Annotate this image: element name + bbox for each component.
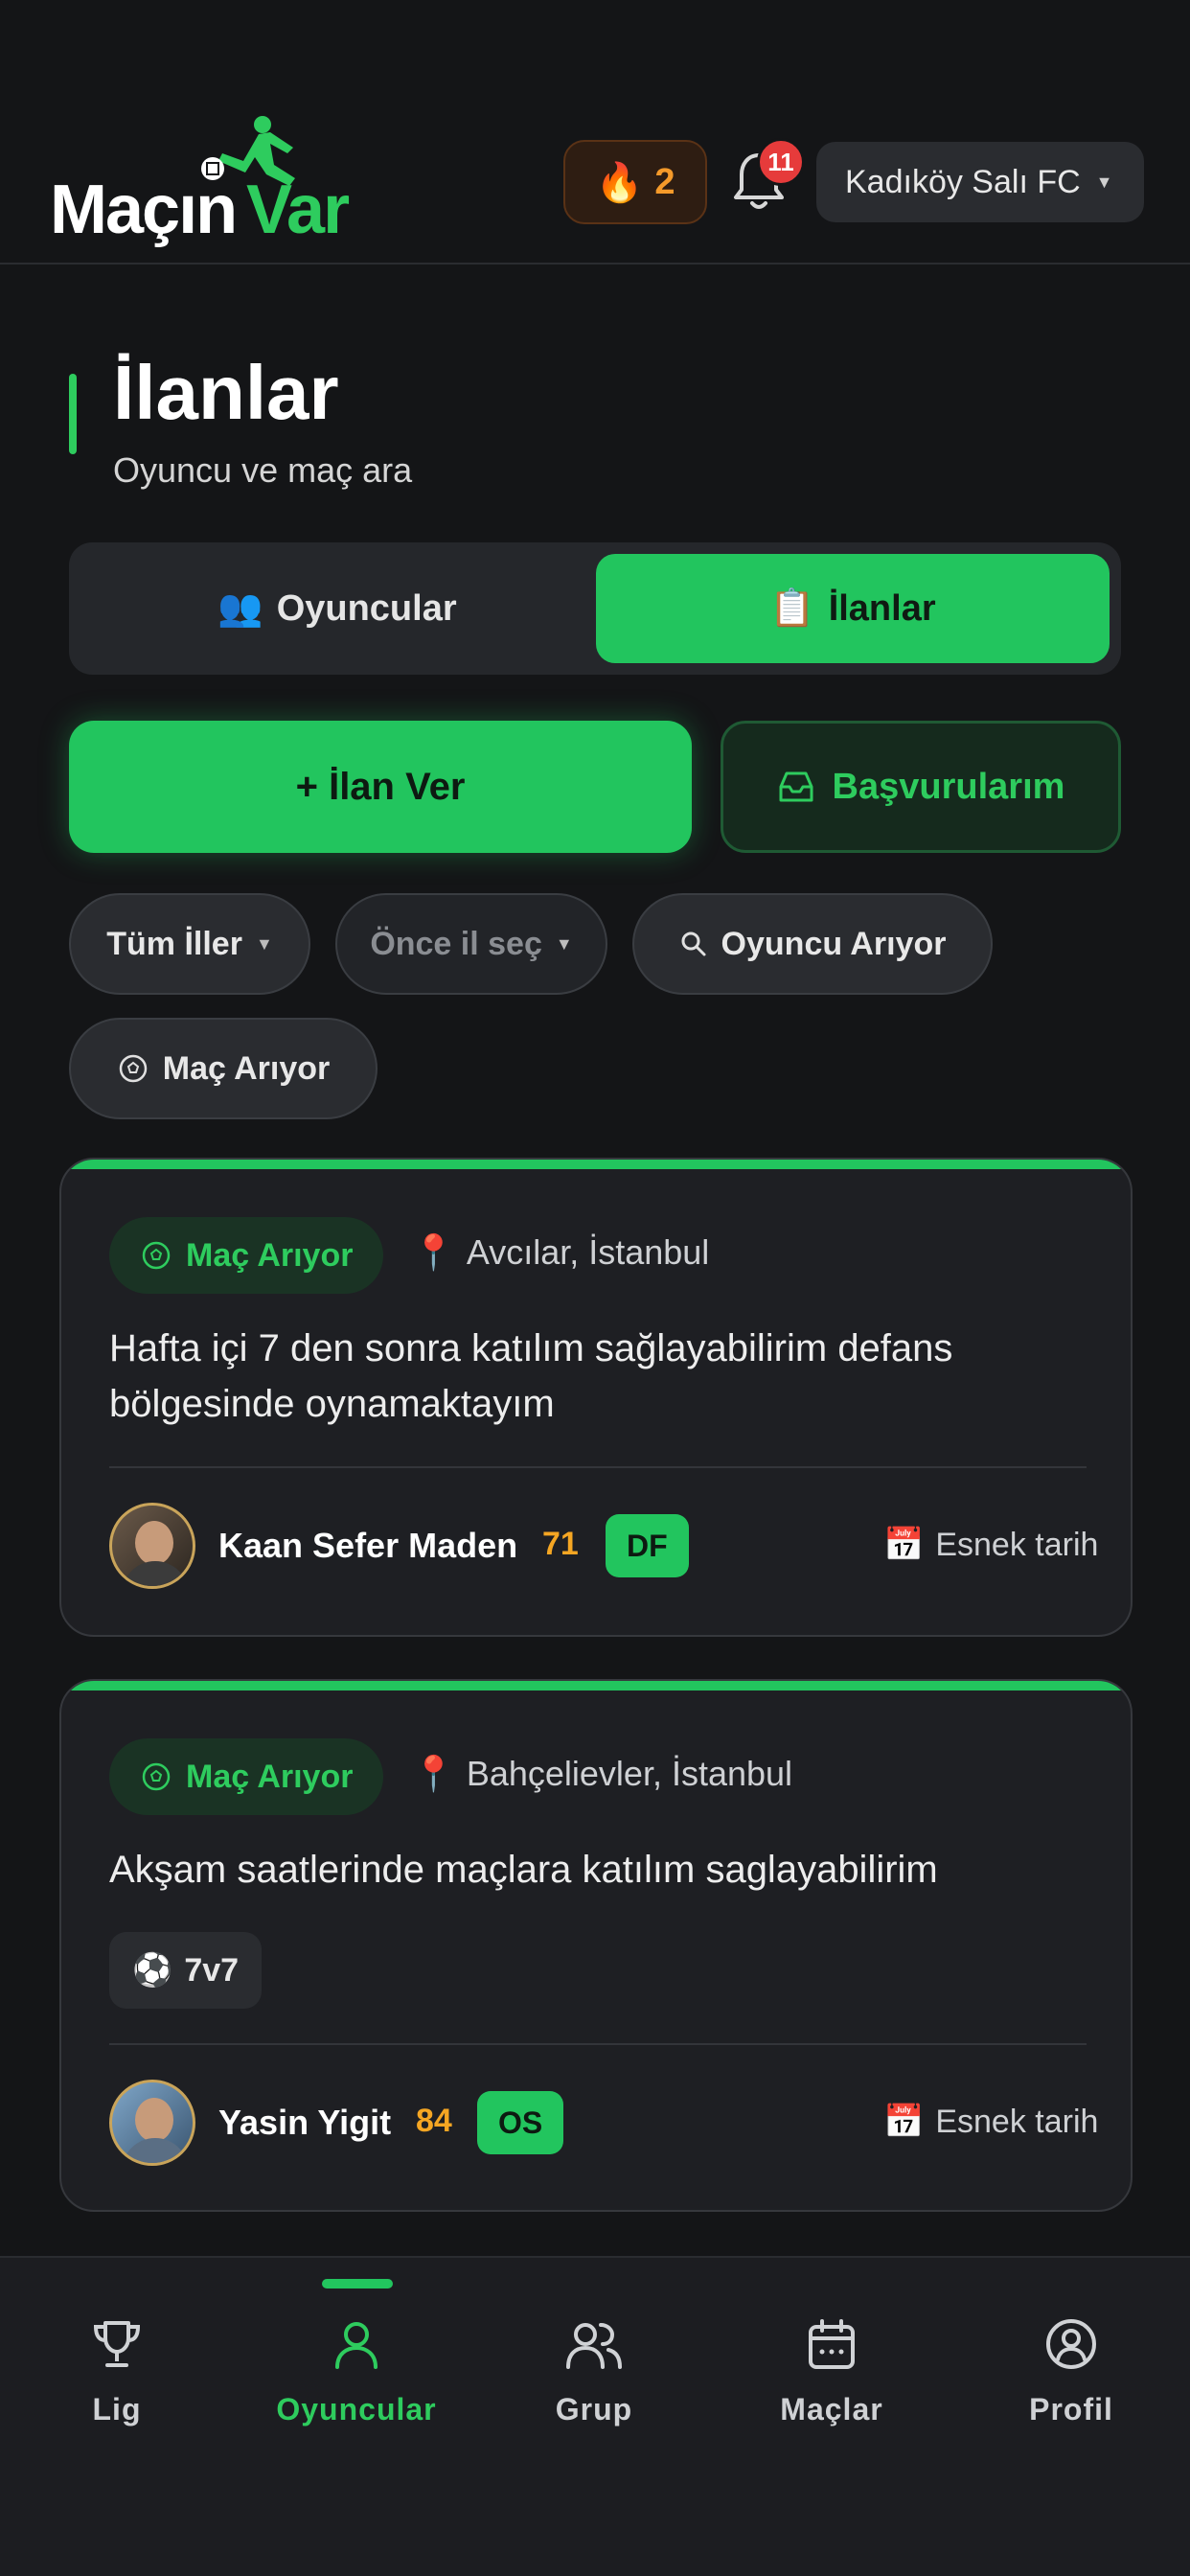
nav-label: Grup [555, 2392, 633, 2426]
calendar-icon: 📅 [883, 1527, 925, 1563]
format-chip: ⚽ 7v7 [109, 1932, 263, 2009]
soccer-ball-icon [142, 1762, 171, 1791]
nav-item-profil[interactable]: Profil [975, 2315, 1167, 2427]
user-icon [335, 2322, 378, 2369]
description-line: Hafta içi 7 den sonra katılım sağlayabil… [109, 1327, 953, 1369]
location-text: Bahçelievler, İstanbul [466, 1754, 793, 1793]
my-applications-label: Başvurularım [832, 766, 1065, 807]
create-listing-button[interactable]: + İlan Ver [69, 721, 692, 853]
match-search-filter[interactable]: Maç Arıyor [69, 1018, 378, 1119]
streak-count: 2 [654, 161, 675, 202]
position-badge: DF [606, 1514, 689, 1577]
nav-label: Oyuncular [276, 2392, 437, 2426]
listing-type-tag: Maç Arıyor [109, 1738, 384, 1815]
team-name: Kadıköy Salı FC [845, 163, 1081, 200]
city-filter[interactable]: Tüm İller ▼ [69, 893, 310, 995]
streak-badge[interactable]: 🔥 2 [563, 140, 707, 224]
group-icon [566, 2323, 622, 2369]
profile-icon [1046, 2319, 1096, 2369]
format-text: 7v7 [184, 1951, 240, 1989]
nav-item-maclar[interactable]: Maçlar [736, 2315, 927, 2427]
tab-listings-label: İlanlar [828, 587, 936, 629]
description-line: bölgesinde oynamaktayım [109, 1383, 555, 1425]
active-tab-indicator [322, 2279, 393, 2288]
soccer-ball-icon [119, 1054, 148, 1083]
calendar-icon [809, 2319, 855, 2369]
my-applications-button[interactable]: Başvurularım [721, 721, 1121, 853]
tab-players[interactable]: 👥 Oyuncular [80, 554, 594, 663]
app-header: Maçın Var 🔥 2 11 Kadıköy Salı FC ▼ [0, 0, 1190, 264]
player-search-label: Oyuncu Arıyor [721, 925, 947, 962]
nav-item-lig[interactable]: Lig [21, 2315, 213, 2427]
logo-secondary-text: Var [246, 172, 350, 248]
listing-location: 📍 Avcılar, İstanbul [412, 1232, 709, 1273]
page-title: İlanlar [113, 350, 339, 435]
listing-card[interactable]: Maç Arıyor 📍 Avcılar, İstanbul Hafta içi… [59, 1158, 1133, 1637]
district-filter[interactable]: Önce il seç ▼ [335, 893, 607, 995]
nav-label: Maçlar [780, 2392, 883, 2426]
date-text: Esnek tarih [935, 1526, 1099, 1563]
nav-item-oyuncular[interactable]: Oyuncular [261, 2315, 452, 2427]
listing-date: 📅 Esnek tarih [883, 1526, 1098, 1564]
caret-down-icon: ▼ [1095, 172, 1113, 192]
listing-type-label: Maç Arıyor [186, 1758, 354, 1795]
search-icon [681, 932, 706, 956]
match-search-label: Maç Arıyor [162, 1049, 331, 1087]
trophy-icon [93, 2321, 141, 2367]
people-icon: 👥 [217, 588, 263, 629]
card-divider [109, 2043, 1087, 2045]
district-filter-label: Önce il seç [370, 925, 542, 962]
listing-location: 📍 Bahçelievler, İstanbul [412, 1754, 792, 1794]
clipboard-icon: 📋 [769, 588, 815, 629]
location-text: Avcılar, İstanbul [466, 1232, 710, 1272]
listing-description: Hafta içi 7 den sonra katılım sağlayabil… [109, 1321, 1077, 1432]
nav-item-grup[interactable]: Grup [498, 2315, 690, 2427]
avatar-body [122, 1561, 189, 1586]
logo-primary-text: Maçın [50, 172, 238, 248]
notification-badge: 11 [757, 138, 805, 186]
caret-down-icon: ▼ [555, 933, 573, 954]
bottom-navigation: Lig Oyuncular Grup Maçlar Profil [0, 2256, 1190, 2576]
page-subtitle: Oyuncu ve maç ara [113, 450, 413, 490]
avatar-face [135, 2098, 173, 2142]
app-logo[interactable]: Maçın Var [50, 115, 376, 249]
avatar[interactable] [109, 1503, 195, 1589]
card-divider [109, 1466, 1087, 1468]
nav-label: Lig [92, 2392, 142, 2426]
listing-date: 📅 Esnek tarih [883, 2103, 1098, 2141]
user-name[interactable]: Yasin Yigit [218, 2103, 391, 2143]
avatar-body [122, 2138, 189, 2163]
avatar[interactable] [109, 2080, 195, 2166]
title-accent-bar [69, 374, 77, 454]
team-selector[interactable]: Kadıköy Salı FC ▼ [816, 142, 1144, 222]
description-line: Akşam saatlerinde maçlara katılım saglay… [109, 1849, 938, 1891]
city-filter-label: Tüm İller [106, 925, 242, 962]
nav-label: Profil [1029, 2392, 1113, 2426]
pin-icon: 📍 [412, 1754, 455, 1793]
pin-icon: 📍 [412, 1232, 455, 1272]
date-text: Esnek tarih [935, 2103, 1099, 2140]
user-name[interactable]: Kaan Sefer Maden [218, 1526, 517, 1566]
listing-type-tag: Maç Arıyor [109, 1217, 384, 1294]
listing-type-label: Maç Arıyor [186, 1236, 354, 1274]
view-toggle: 👥 Oyuncular 📋 İlanlar [69, 542, 1121, 675]
listing-description: Akşam saatlerinde maçlara katılım saglay… [109, 1842, 1077, 1898]
player-search-filter[interactable]: Oyuncu Arıyor [632, 893, 993, 995]
fire-icon: 🔥 [595, 161, 644, 204]
inbox-icon [779, 771, 813, 802]
card-accent-line [61, 1681, 1131, 1690]
listing-card[interactable]: Maç Arıyor 📍 Bahçelievler, İstanbul Akşa… [59, 1679, 1133, 2212]
tab-listings[interactable]: 📋 İlanlar [596, 554, 1110, 663]
position-badge: OS [477, 2091, 564, 2154]
card-accent-line [61, 1160, 1131, 1169]
avatar-face [135, 1521, 173, 1565]
user-rating: 84 [416, 2103, 452, 2139]
soccer-ball-icon [142, 1241, 171, 1270]
soccer-ball-icon: ⚽ [132, 1952, 173, 1989]
tab-players-label: Oyuncular [276, 587, 457, 629]
calendar-icon: 📅 [883, 2104, 925, 2140]
user-rating: 71 [542, 1526, 579, 1562]
caret-down-icon: ▼ [255, 933, 273, 954]
